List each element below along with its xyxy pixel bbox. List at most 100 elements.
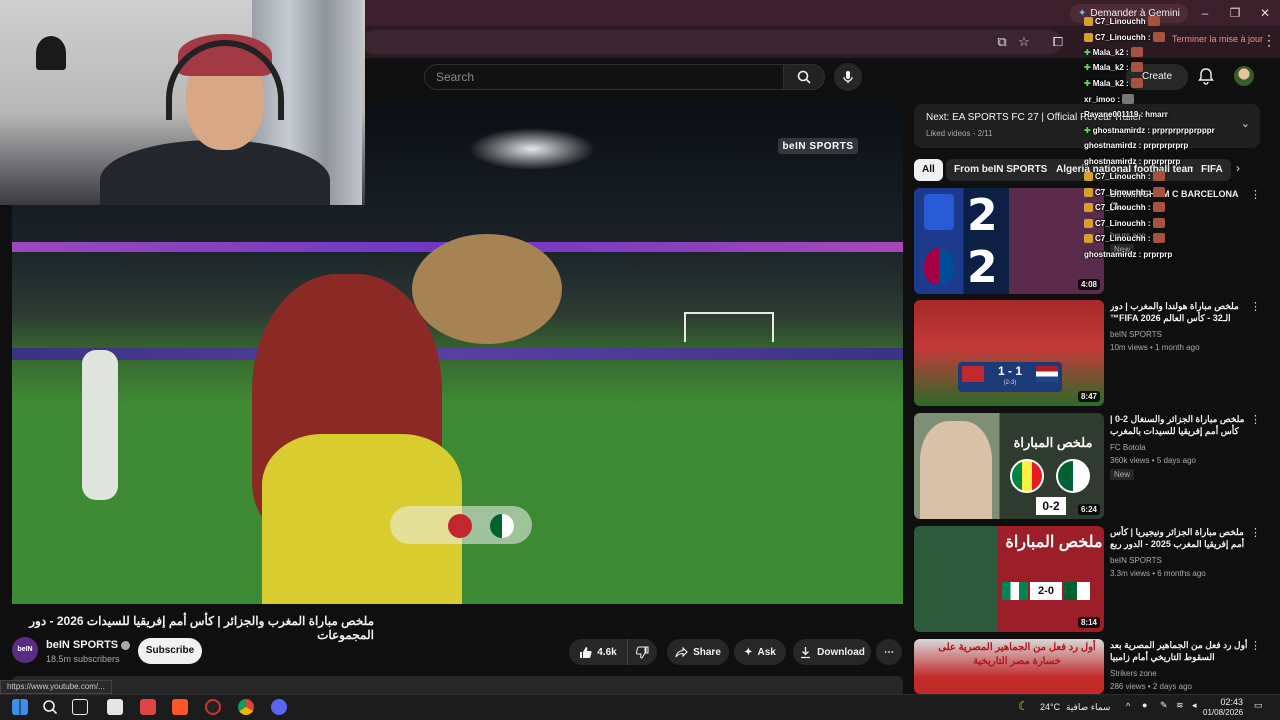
- pen-tray-icon[interactable]: ✎: [1160, 700, 1168, 711]
- channel-avatar[interactable]: beIN: [12, 637, 38, 663]
- chat-badge-icon: [1084, 233, 1093, 243]
- list-item[interactable]: أول رد فعل من الجماهير المصرية على خسارة…: [914, 639, 1260, 694]
- video-duration: 6:24: [1077, 504, 1100, 515]
- chat-user: Rayane001119 :: [1084, 109, 1144, 119]
- thumbnail-headline: ملخص المباراة: [1013, 435, 1093, 450]
- bookmark-star-icon[interactable]: ☆: [1014, 32, 1034, 52]
- video-thumbnail[interactable]: 2 2 4:08: [914, 188, 1104, 294]
- more-options-icon[interactable]: ⋮: [1250, 413, 1261, 426]
- weather-temp[interactable]: 24°C: [1040, 702, 1060, 712]
- store-icon[interactable]: [107, 699, 123, 715]
- dislike-button[interactable]: [627, 639, 657, 665]
- chip-fifa[interactable]: FIFA: [1193, 159, 1231, 181]
- chat-message: C7_Linouchh :: [1084, 231, 1165, 245]
- close-icon[interactable]: ✕: [1250, 4, 1280, 22]
- chat-user: Mala_k2 :: [1092, 47, 1129, 57]
- chat-emote-icon: [1152, 202, 1165, 212]
- channel-name: beIN SPORTS: [1110, 556, 1162, 565]
- video-title: أول رد فعل من الجماهير المصرية بعد السقو…: [1110, 640, 1248, 662]
- chip-from-bein[interactable]: From beIN SPORTS: [946, 159, 1056, 181]
- voice-search-button[interactable]: [834, 63, 862, 91]
- algeria-flag-icon: [490, 514, 514, 538]
- wifi-icon[interactable]: ≋: [1176, 700, 1184, 711]
- thumbnail-score: 0-2: [1036, 497, 1066, 515]
- chip-all[interactable]: All: [914, 159, 943, 181]
- description-box[interactable]: ago: [12, 676, 903, 694]
- chat-user: C7_Linouchh :: [1095, 187, 1151, 197]
- ask-button[interactable]: ✦ Ask: [734, 639, 786, 665]
- nigeria-flag-icon: [1002, 582, 1028, 600]
- download-label: Download: [817, 646, 865, 658]
- pitchside-ad-board: [12, 348, 903, 360]
- microphone-tray-icon[interactable]: ●: [1142, 700, 1147, 710]
- notifications-bell-icon[interactable]: [1196, 66, 1216, 86]
- video-meta: 360k views • 5 days ago: [1110, 456, 1196, 465]
- omnibox[interactable]: [362, 30, 1062, 54]
- more-options-icon[interactable]: ⋮: [1250, 188, 1261, 201]
- more-actions-icon[interactable]: ⋯: [876, 639, 902, 665]
- chevron-down-icon[interactable]: ⌄: [1241, 117, 1250, 130]
- video-thumbnail[interactable]: 1 - 1 (2-3) 8:47: [914, 300, 1104, 406]
- video-thumbnail[interactable]: أول رد فعل من الجماهير المصرية على خسارة…: [914, 639, 1104, 694]
- video-thumbnail[interactable]: ملخص المباراة 2-0 8:14: [914, 526, 1104, 632]
- chat-text: prprprprpprpppr: [1152, 125, 1215, 135]
- chevron-right-icon[interactable]: ›: [1236, 161, 1240, 175]
- clock-time[interactable]: 02:43: [1203, 697, 1243, 707]
- player-hair: [412, 234, 562, 344]
- chat-badge-icon: [1084, 16, 1093, 26]
- windows-start-icon[interactable]: [12, 699, 28, 715]
- chat-emote-icon: [1152, 171, 1165, 181]
- extensions-icon[interactable]: ⧠: [1048, 32, 1068, 52]
- broadcaster-logo: beIN SPORTS: [778, 138, 858, 154]
- more-options-icon[interactable]: ⋮: [1250, 639, 1260, 652]
- more-options-icon[interactable]: ⋮: [1250, 300, 1261, 313]
- volume-icon[interactable]: ◂: [1192, 700, 1197, 711]
- chat-badge-icon: [1084, 187, 1093, 197]
- chat-user: ghostnamirdz :: [1092, 125, 1151, 135]
- chat-mod-icon: ✚: [1084, 125, 1091, 135]
- microphone-icon: [843, 71, 853, 83]
- chat-emote-icon: [1130, 47, 1143, 57]
- chat-message: ✚ ghostnamirdz : prprprprpprpppr: [1084, 123, 1215, 137]
- search-icon[interactable]: [42, 699, 58, 715]
- discord-icon[interactable]: [271, 699, 287, 715]
- chat-emote-icon: [1130, 62, 1143, 72]
- task-view-icon[interactable]: [72, 699, 88, 715]
- download-button[interactable]: Download: [793, 639, 871, 665]
- chat-user: C7_Linouchh :: [1095, 171, 1151, 181]
- chrome-icon[interactable]: [238, 699, 254, 715]
- channel-name[interactable]: beIN SPORTS: [46, 639, 131, 651]
- minimize-icon[interactable]: –: [1190, 4, 1220, 22]
- chat-message: ghostnamirdz : prprprp: [1084, 247, 1172, 261]
- like-button[interactable]: 4.6k: [569, 639, 627, 665]
- up-next-title: Next: EA SPORTS FC 27 | Official Reveal …: [926, 112, 1142, 123]
- video-title: ملخص مباراة المغرب والجزائر | كأس أمم إف…: [29, 614, 374, 642]
- subscribe-button[interactable]: Subscribe: [138, 638, 202, 664]
- brave-browser-icon[interactable]: [172, 699, 188, 715]
- obs-icon[interactable]: [205, 699, 221, 715]
- update-button[interactable]: Terminer la mise à jour: [1172, 34, 1263, 44]
- account-avatar[interactable]: [1234, 66, 1254, 86]
- notification-center-icon[interactable]: ▭: [1254, 700, 1263, 711]
- more-options-icon[interactable]: ⋮: [1250, 526, 1261, 539]
- tray-overflow-icon[interactable]: ^: [1126, 701, 1130, 711]
- search-input[interactable]: Search: [424, 64, 784, 90]
- channel-name: FC Botola: [1110, 443, 1146, 452]
- install-app-icon[interactable]: ⧉: [992, 32, 1012, 52]
- chat-user: Mala_k2 :: [1092, 62, 1129, 72]
- share-button[interactable]: Share: [667, 639, 729, 665]
- browser-menu-icon[interactable]: ⋮: [1262, 32, 1276, 49]
- clock-date[interactable]: 01/08/2026: [1203, 708, 1243, 717]
- chat-user: ghostnamirdz :: [1084, 249, 1142, 259]
- morocco-flag-icon: [448, 514, 472, 538]
- chat-message: ✚ Mala_k2 :: [1084, 45, 1143, 59]
- mail-icon[interactable]: [140, 699, 156, 715]
- list-item[interactable]: ملخص المباراة 2-0 8:14 ملخص مباراة الجزا…: [914, 526, 1261, 632]
- video-thumbnail[interactable]: ملخص المباراة 0-2 6:24: [914, 413, 1104, 519]
- chat-text: prprprprprp: [1143, 140, 1189, 150]
- search-button[interactable]: [783, 64, 825, 90]
- chat-emote-icon: [1130, 78, 1143, 88]
- list-item[interactable]: 1 - 1 (2-3) 8:47 ملخص مباراة هولندا والم…: [914, 300, 1261, 406]
- restore-icon[interactable]: ❐: [1220, 4, 1250, 22]
- list-item[interactable]: ملخص المباراة 0-2 6:24 ملخص مباراة الجزا…: [914, 413, 1261, 519]
